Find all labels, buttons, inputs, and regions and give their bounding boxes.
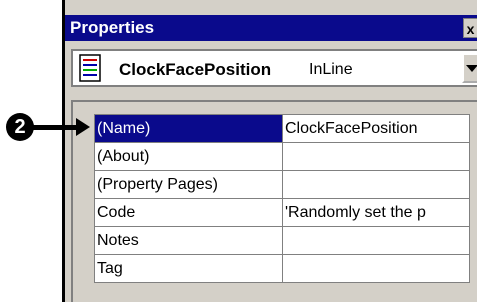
property-row-notes[interactable]: Notes [94,226,470,255]
callout-arrow-head-icon [76,118,90,136]
property-value[interactable]: 'Randomly set the p [282,198,470,227]
property-row-code[interactable]: Code 'Randomly set the p [94,198,470,227]
close-button[interactable]: x [463,18,477,38]
property-table: (Name) ClockFacePosition (About) (Proper… [94,114,470,283]
property-value[interactable] [282,142,470,171]
property-name[interactable]: Code [94,198,283,227]
property-row-property-pages[interactable]: (Property Pages) [94,170,470,199]
property-value[interactable] [282,254,470,283]
property-name[interactable]: Notes [94,226,283,255]
property-row-tag[interactable]: Tag [94,254,470,283]
object-dropdown-button[interactable] [462,53,477,83]
object-name: ClockFacePosition [119,60,272,79]
property-name[interactable]: (About) [94,142,283,171]
properties-window: Properties x ClockFacePosition InLine (N… [62,0,477,302]
object-type: InLine [309,61,353,78]
callout-arrow-line [30,125,82,130]
window-title: Properties [65,15,477,41]
property-value[interactable]: ClockFacePosition [282,114,470,143]
property-row-about[interactable]: (About) [94,142,470,171]
property-value[interactable] [282,226,470,255]
property-name[interactable]: (Name) [94,114,283,143]
property-name[interactable]: Tag [94,254,283,283]
property-row-name[interactable]: (Name) ClockFacePosition [94,114,470,143]
property-grid: (Name) ClockFacePosition (About) (Proper… [71,100,477,302]
property-name[interactable]: (Property Pages) [94,170,283,199]
form-icon [79,54,101,82]
object-selector[interactable]: ClockFacePosition InLine [71,49,477,87]
property-value[interactable] [282,170,470,199]
